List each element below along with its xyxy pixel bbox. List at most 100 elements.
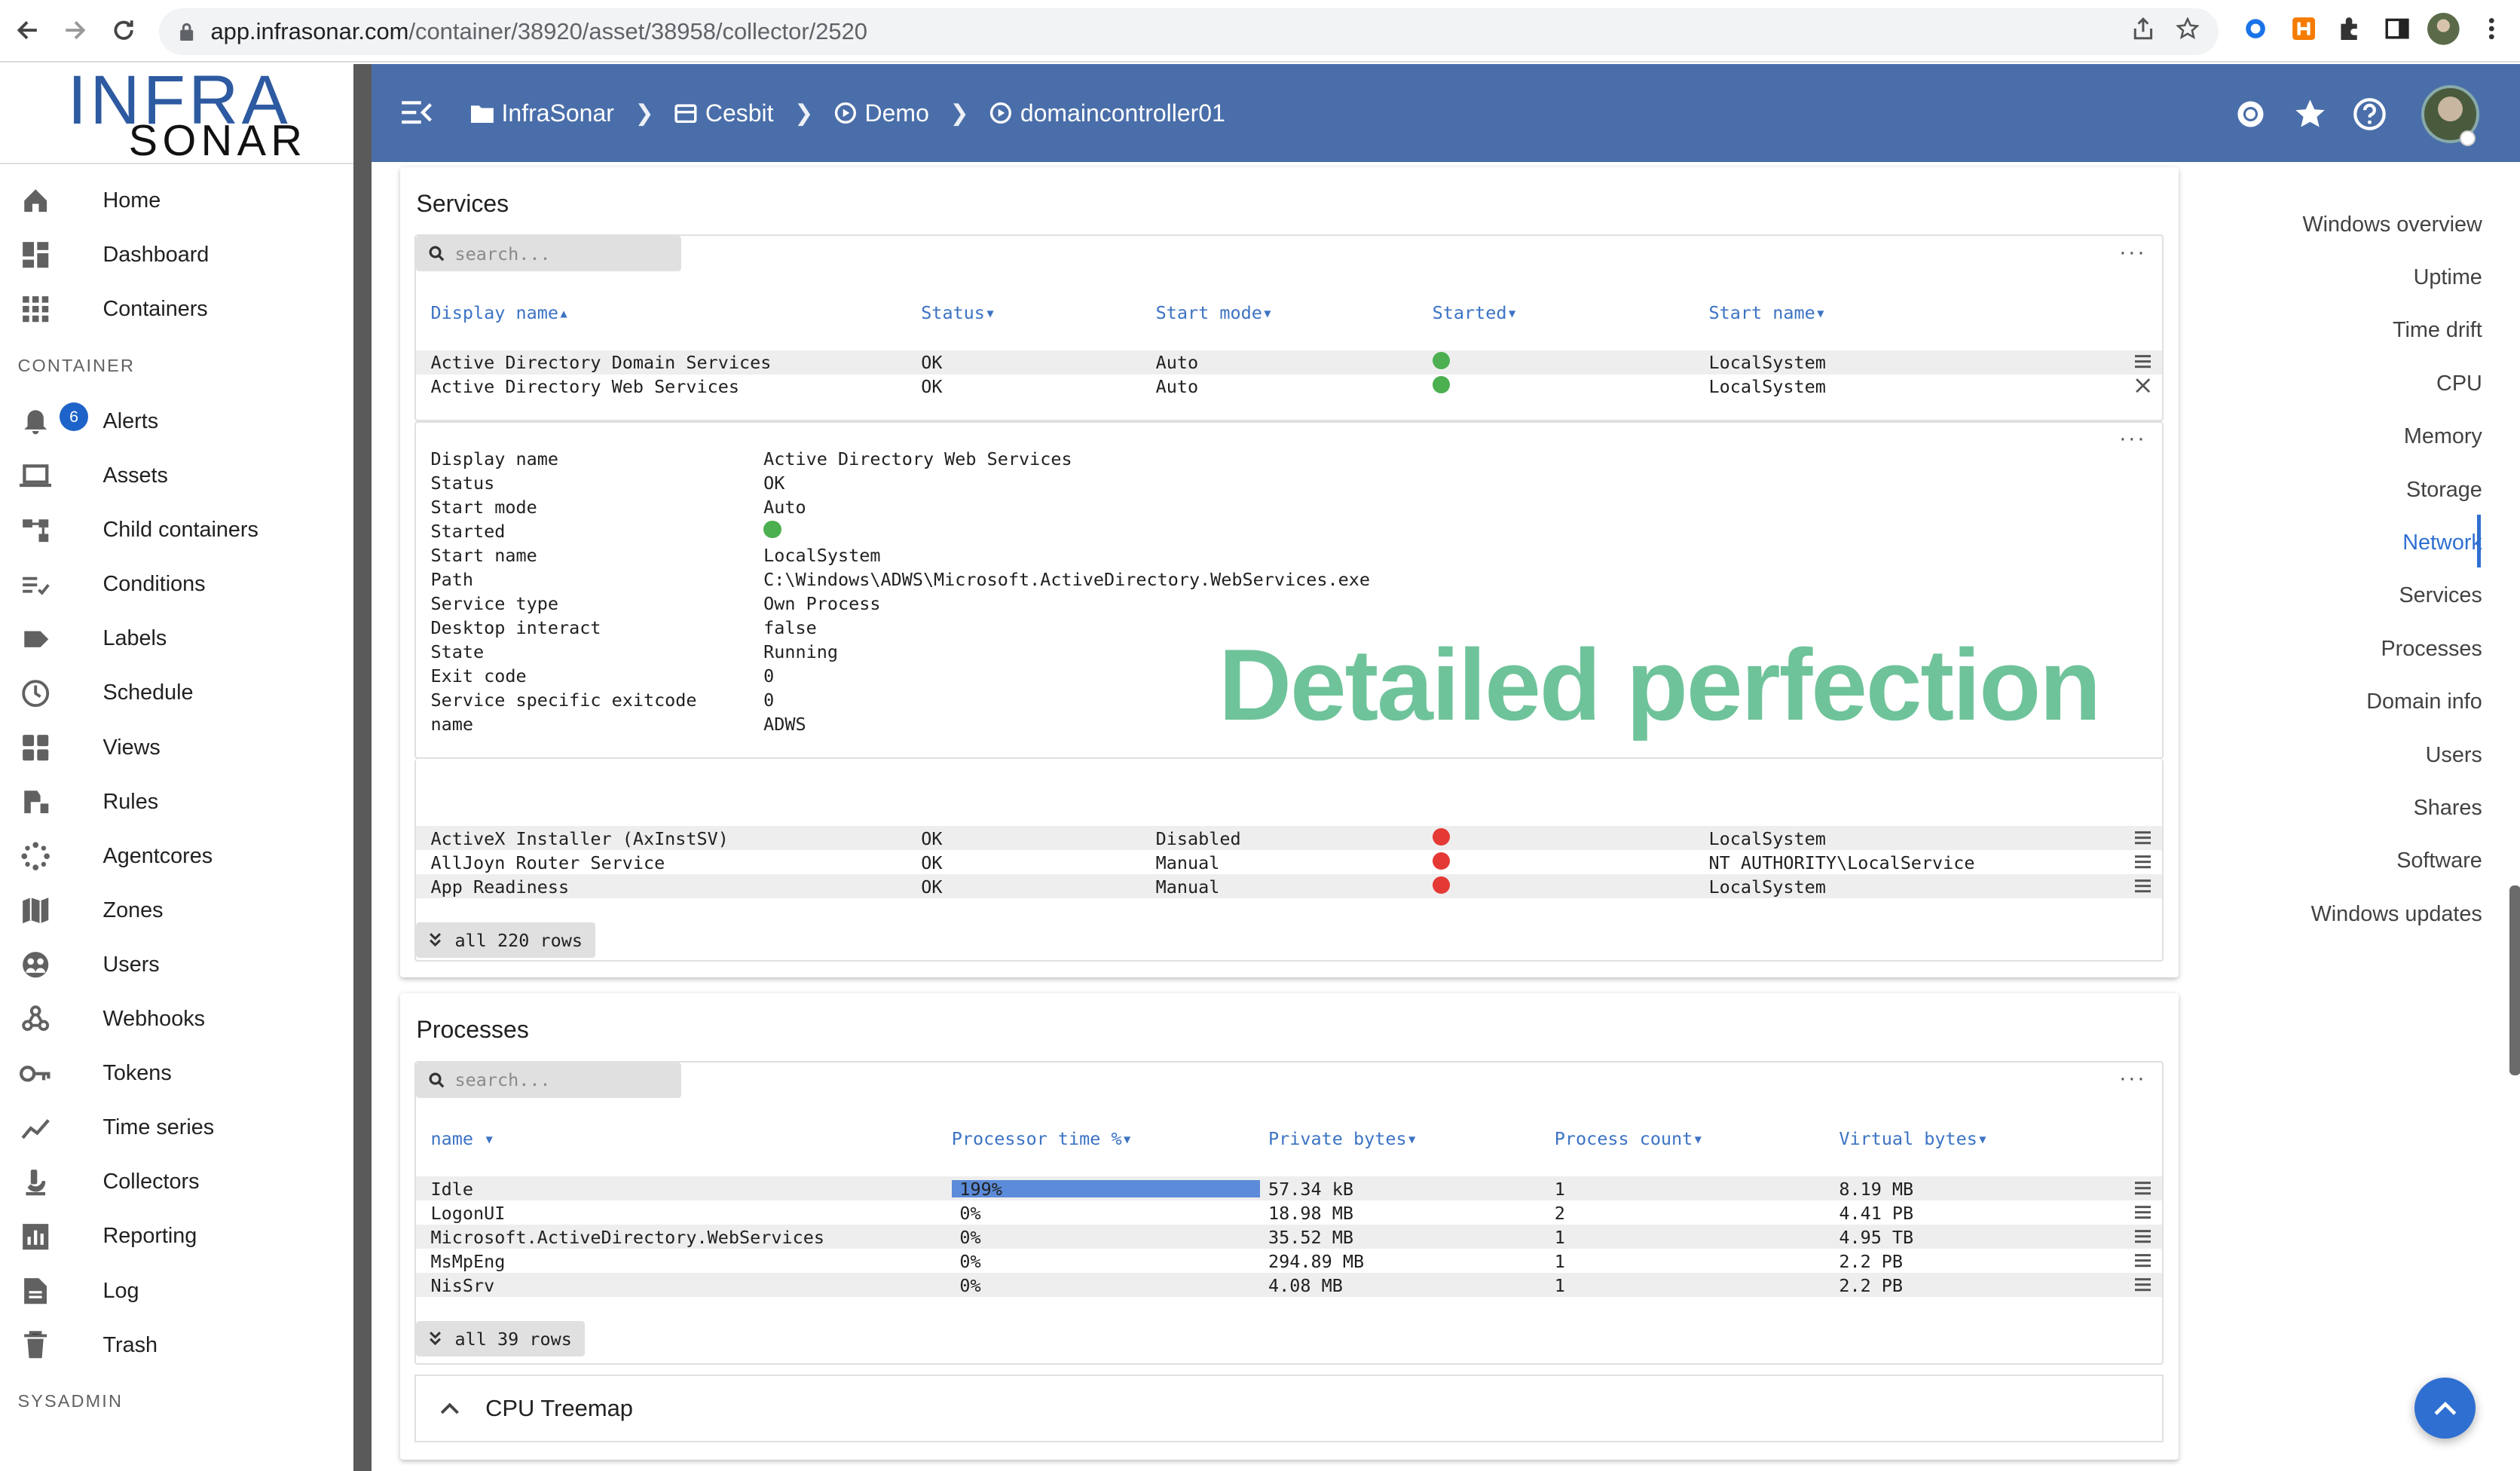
col-header-display-name[interactable]: Display name▴ xyxy=(431,302,570,323)
sidebar-item-users[interactable]: Users xyxy=(0,937,353,992)
breadcrumb-domaincontroller[interactable]: domaincontroller01 xyxy=(989,99,1225,127)
section-nav-item[interactable]: CPU xyxy=(2436,372,2482,396)
extension-h-icon[interactable] xyxy=(2288,13,2320,45)
processes-search-input[interactable]: search... xyxy=(416,1062,682,1098)
logo[interactable]: INFRA SONAR xyxy=(0,62,354,165)
address-bar[interactable]: app.infrasonar.com/container/38920/asset… xyxy=(159,8,2219,55)
section-nav-item[interactable]: Time drift xyxy=(2393,318,2482,343)
list-detail-icon[interactable] xyxy=(2134,1204,2151,1220)
section-nav-item[interactable]: Services xyxy=(2399,583,2482,608)
more-options-icon[interactable]: ··· xyxy=(2119,426,2146,451)
col-header-started[interactable]: Started▾ xyxy=(1433,302,1518,323)
chevron-right-icon: ❯ xyxy=(950,100,969,126)
col-header-status[interactable]: Status▾ xyxy=(921,302,995,323)
list-detail-icon[interactable] xyxy=(2134,878,2151,894)
breadcrumb-infrasonar[interactable]: InfraSonar xyxy=(471,99,614,127)
table-row[interactable]: Active Directory Web Services OK Auto Lo… xyxy=(416,375,2162,399)
section-nav-item[interactable]: Domain info xyxy=(2366,690,2482,714)
share-icon[interactable] xyxy=(2132,17,2155,40)
menu-collapse-icon[interactable] xyxy=(400,98,433,127)
profile-avatar-small[interactable] xyxy=(2427,13,2460,45)
col-header-process-count[interactable]: Process count▾ xyxy=(1555,1128,1704,1149)
table-row[interactable]: App Readiness OK Manual LocalSystem xyxy=(416,874,2163,899)
show-all-rows-button[interactable]: all 220 rows xyxy=(416,922,596,959)
reload-icon[interactable] xyxy=(99,7,148,55)
section-nav-item-active[interactable]: Network xyxy=(2402,531,2482,555)
col-header-start-name[interactable]: Start name▾ xyxy=(1709,302,1826,323)
more-options-icon[interactable]: ··· xyxy=(2119,1066,2146,1091)
sidebar-item-reporting[interactable]: Reporting xyxy=(0,1210,353,1264)
table-row[interactable]: LogonUI 0% 18.98 MB 2 4.41 PB xyxy=(416,1200,2162,1225)
sidebar-item-alerts[interactable]: 6 Alerts xyxy=(0,394,353,448)
section-nav-item[interactable]: Memory xyxy=(2404,424,2482,449)
list-detail-icon[interactable] xyxy=(2134,830,2151,846)
col-header-name[interactable]: name ▾ xyxy=(431,1128,495,1149)
sidebar-item-conditions[interactable]: Conditions xyxy=(0,558,353,612)
sidebar-item-log[interactable]: Log xyxy=(0,1264,353,1318)
sidebar-item-schedule[interactable]: Schedule xyxy=(0,666,353,720)
brightness-icon[interactable] xyxy=(2233,96,2268,132)
sidebar-item-collectors[interactable]: Collectors xyxy=(0,1155,353,1210)
sidebar-item-agentcores[interactable]: Agentcores xyxy=(0,829,353,883)
section-nav-item[interactable]: Storage xyxy=(2406,478,2482,503)
breadcrumb-demo[interactable]: Demo xyxy=(834,99,929,127)
table-row[interactable]: Microsoft.ActiveDirectory.WebServices 0%… xyxy=(416,1225,2163,1249)
puzzle-icon[interactable] xyxy=(2332,13,2365,45)
forward-icon[interactable] xyxy=(51,7,99,55)
list-detail-icon[interactable] xyxy=(2134,1277,2151,1292)
star-icon[interactable] xyxy=(2292,96,2328,132)
list-detail-icon[interactable] xyxy=(2134,1252,2151,1268)
cpu-treemap-expander[interactable]: CPU Treemap xyxy=(414,1374,2164,1442)
list-detail-icon[interactable] xyxy=(2134,1228,2151,1244)
section-nav-item[interactable]: Windows updates xyxy=(2311,902,2482,927)
sidebar-item-dashboard[interactable]: Dashboard xyxy=(0,228,353,282)
breadcrumb-cesbit[interactable]: Cesbit xyxy=(674,99,774,127)
table-row[interactable]: NisSrv 0% 4.08 MB 1 2.2 PB xyxy=(416,1273,2163,1298)
sidebar-item-trash[interactable]: Trash xyxy=(0,1318,353,1372)
col-header-processor-time[interactable]: Processor time %▾ xyxy=(952,1128,1133,1149)
sidebar-label: Home xyxy=(102,188,161,213)
col-header-virtual-bytes[interactable]: Virtual bytes▾ xyxy=(1839,1128,1988,1149)
sidepanel-icon[interactable] xyxy=(2381,13,2413,45)
close-icon[interactable] xyxy=(2135,378,2151,393)
col-header-private-bytes[interactable]: Private bytes▾ xyxy=(1268,1128,1418,1149)
table-row[interactable]: Idle 199% 57.34 kB 1 8.19 MB xyxy=(416,1176,2163,1201)
sidebar-scrollbar[interactable] xyxy=(353,64,372,1471)
scroll-to-top-button[interactable] xyxy=(2414,1378,2476,1439)
table-row[interactable]: ActiveX Installer (AxInstSV) OK Disabled… xyxy=(416,826,2163,851)
section-nav-item[interactable]: Software xyxy=(2396,849,2482,873)
sidebar-item-containers[interactable]: Containers xyxy=(0,283,353,337)
section-nav-item[interactable]: Uptime xyxy=(2414,265,2482,290)
sidebar-item-webhooks[interactable]: Webhooks xyxy=(0,992,353,1047)
table-row[interactable]: MsMpEng 0% 294.89 MB 1 2.2 PB xyxy=(416,1249,2162,1273)
sidebar-item-time-series[interactable]: Time series xyxy=(0,1101,353,1155)
list-detail-icon[interactable] xyxy=(2134,854,2151,870)
sidebar-item-labels[interactable]: Labels xyxy=(0,612,353,666)
sidebar-item-home[interactable]: Home xyxy=(0,173,353,228)
table-row[interactable]: AllJoyn Router Service OK Manual NT AUTH… xyxy=(416,850,2162,874)
help-icon[interactable] xyxy=(2352,96,2387,132)
col-header-start-mode[interactable]: Start mode▾ xyxy=(1156,302,1273,323)
list-detail-icon[interactable] xyxy=(2134,1180,2151,1196)
more-options-icon[interactable]: ··· xyxy=(2119,240,2146,265)
back-icon[interactable] xyxy=(3,7,51,55)
kebab-menu-icon[interactable] xyxy=(2476,13,2508,45)
sidebar-item-zones[interactable]: Zones xyxy=(0,883,353,937)
sidebar-item-tokens[interactable]: Tokens xyxy=(0,1047,353,1101)
section-nav-item[interactable]: Windows overview xyxy=(2302,213,2482,237)
sidebar-item-views[interactable]: Views xyxy=(0,720,353,775)
section-nav-item[interactable]: Shares xyxy=(2414,796,2482,821)
table-row[interactable]: Active Directory Domain Services OK Auto… xyxy=(416,350,2163,375)
sidebar-item-child-containers[interactable]: Child containers xyxy=(0,503,353,558)
bookmark-star-icon[interactable] xyxy=(2176,17,2200,40)
page-scrollbar[interactable] xyxy=(2509,885,2520,1076)
sidebar-item-rules[interactable]: Rules xyxy=(0,775,353,829)
services-search-input[interactable]: search... xyxy=(416,236,682,272)
sidebar-item-assets[interactable]: Assets xyxy=(0,449,353,503)
list-detail-icon[interactable] xyxy=(2134,353,2151,369)
section-nav-item[interactable]: Processes xyxy=(2381,637,2482,662)
extension-icon[interactable] xyxy=(2240,13,2272,45)
sidebar-label: Alerts xyxy=(102,409,159,434)
show-all-rows-button[interactable]: all 39 rows xyxy=(416,1321,585,1357)
section-nav-item[interactable]: Users xyxy=(2426,743,2482,768)
